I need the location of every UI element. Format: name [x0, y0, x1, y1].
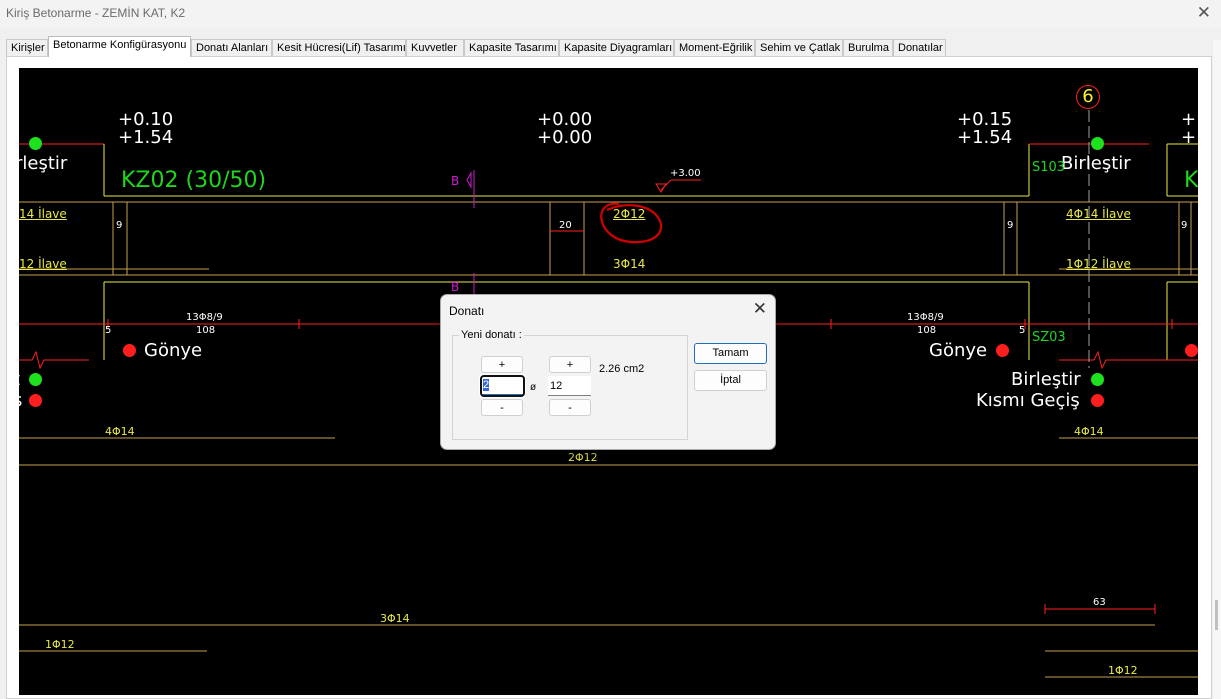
right-birlestir-label: Birleştir [1061, 153, 1131, 174]
bar-label[interactable]: 4Φ14 [1074, 426, 1104, 437]
bar-label[interactable]: 1Φ12 [45, 639, 75, 650]
section-mark-b: B [451, 174, 460, 188]
mid-top-bar-label[interactable]: 2Φ12 [613, 208, 645, 220]
column-label-top: S103 [1032, 160, 1066, 175]
tab-kuvvetler[interactable]: Kuvvetler [406, 39, 464, 56]
dim-label: 9 [1007, 220, 1014, 231]
cancel-button[interactable]: İptal [694, 370, 767, 391]
kismi-gecis-status-red-dot[interactable] [1091, 394, 1104, 407]
window-close-icon[interactable]: ✕ [1197, 3, 1211, 23]
dim-label: 5 [105, 325, 112, 336]
bar-label[interactable]: 4Φ14 [105, 426, 135, 437]
bar-label[interactable]: 2Φ12 [568, 452, 598, 463]
break-line [19, 350, 89, 370]
bar-label[interactable]: 3Φ14 [380, 613, 410, 624]
tab-burulma[interactable]: Burulma [843, 39, 893, 56]
window-title: Kiriş Betonarme - ZEMİN KAT, K2 [6, 6, 186, 20]
bot-bar-left-label[interactable]: 12 İlave [19, 258, 67, 270]
gonye-status-red-dot[interactable] [1185, 344, 1198, 357]
tab-kesit-hucresi[interactable]: Kesit Hücresi(Lif) Tasarımı [272, 39, 406, 56]
dim-label: 20 [559, 220, 572, 231]
dim-label: 63 [1093, 597, 1106, 608]
count-input[interactable] [480, 375, 525, 397]
tab-betonarme-konfigurasyonu[interactable]: Betonarme Konfigürasyonu [48, 36, 191, 57]
dialog-close-icon[interactable]: ✕ [753, 299, 767, 319]
diameter-increment-button[interactable]: + [549, 356, 591, 373]
dim-label: 9 [1181, 220, 1188, 231]
tab-kapasite-tasarimi[interactable]: Kapasite Tasarımı [464, 39, 559, 56]
gonye-status-red-dot[interactable] [123, 344, 136, 357]
left-elevation-2: +1.54 [118, 127, 174, 148]
donati-dialog: Donatı ✕ Yeni donatı : + - ø + - 2.26 cm… [440, 294, 776, 450]
right-elevation-2: +1.54 [957, 127, 1013, 148]
beam-label[interactable]: KZ02 (30/50) [121, 170, 266, 192]
gonye-right-label: Gönye [929, 340, 988, 361]
birlestir-status-green-dot[interactable] [29, 373, 42, 386]
tab-kapasite-diyagramlari[interactable]: Kapasite Diyagramları [559, 39, 674, 56]
scrollbar-thumb[interactable] [1215, 600, 1218, 630]
top-bar-right-label[interactable]: 4Φ14 İlave [1066, 208, 1131, 220]
kismi-gecis-label: Kısmı Geçiş [976, 390, 1080, 411]
joint-status-green-dot[interactable] [29, 137, 42, 150]
edge-elevation-2: + [1181, 127, 1197, 148]
vertical-scrollbar[interactable] [1213, 40, 1221, 699]
diameter-input[interactable] [548, 376, 591, 396]
ok-button[interactable]: Tamam [694, 343, 767, 364]
bot-bar-right-label[interactable]: 1Φ12 İlave [1066, 258, 1131, 270]
kismi-gecis-status-red-dot[interactable] [29, 394, 42, 407]
section-mark-b-lower: B [451, 280, 460, 294]
break-line [1059, 350, 1198, 370]
span-dim-right: 108 [917, 325, 937, 336]
tab-moment-egrilik[interactable]: Moment-Eğrilik [674, 39, 755, 56]
area-readout: 2.26 cm2 [599, 363, 645, 375]
dim-label: 5 [1019, 325, 1026, 336]
section-mark-arrow [466, 171, 472, 189]
stirrup-label-left[interactable]: 13Φ8/9 [186, 313, 223, 323]
left-birlestir-label: rleştir [19, 153, 68, 174]
tab-donatilar[interactable]: Donatılar [893, 39, 946, 56]
birlestir-status-green-dot[interactable] [1091, 373, 1104, 386]
joint-status-green-dot[interactable] [1091, 137, 1104, 150]
mid-elevation-2: +0.00 [537, 127, 593, 148]
count-increment-button[interactable]: + [481, 356, 523, 373]
tab-donati-alanlari[interactable]: Donatı Alanları [191, 39, 272, 56]
birlestir-right-label: Birleştir [1011, 369, 1081, 390]
mid-bot-bar-label[interactable]: 3Φ14 [613, 258, 645, 270]
group-label: Yeni donatı : [459, 329, 524, 341]
left-cut-label-s: s [19, 392, 22, 410]
top-bar-left-label[interactable]: 14 İlave [19, 208, 67, 220]
axis-number: 6 [1076, 85, 1100, 109]
gonye-status-red-dot[interactable] [996, 344, 1009, 357]
level-mark: +3.00 [670, 168, 701, 179]
title-bar: Kiriş Betonarme - ZEMİN KAT, K2 ✕ [0, 0, 1221, 28]
level-leader [660, 179, 672, 191]
next-beam-label: K [1184, 168, 1198, 193]
span-dim-left: 108 [196, 325, 216, 336]
dialog-title: Donatı [449, 304, 485, 318]
left-cut-label-t: t [19, 371, 20, 389]
dim-label: 9 [116, 220, 123, 231]
stirrup-label-right[interactable]: 13Φ8/9 [907, 313, 944, 323]
gonye-left-label: Gönye [144, 340, 203, 361]
bar-label[interactable]: 1Φ12 [1108, 665, 1138, 676]
tab-kirisler[interactable]: Kirişler [6, 39, 48, 56]
diameter-decrement-button[interactable]: - [549, 399, 591, 416]
diameter-symbol: ø [530, 382, 537, 393]
tab-sehim-ve-catlak[interactable]: Sehim ve Çatlak [755, 39, 843, 56]
column-label-bottom: SZ03 [1032, 330, 1066, 345]
level-triangle [655, 183, 667, 193]
count-decrement-button[interactable]: - [481, 399, 523, 416]
